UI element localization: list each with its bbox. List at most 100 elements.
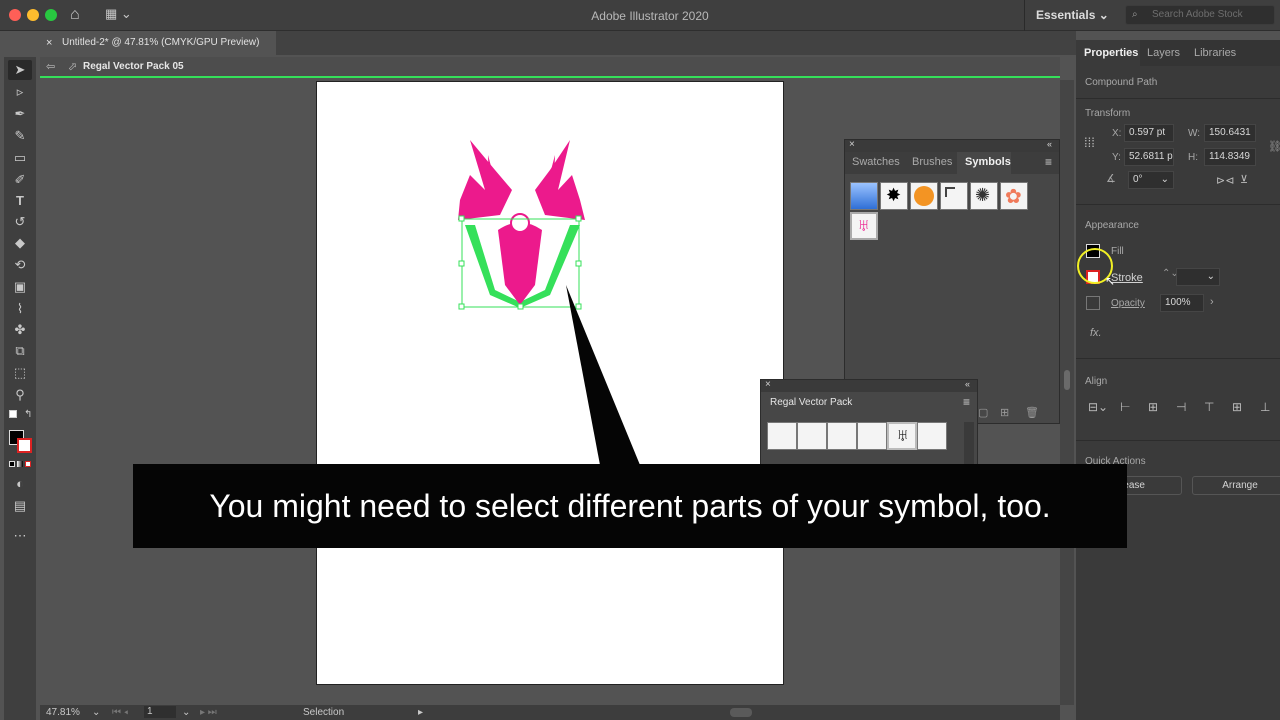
symbol-regal-emblem[interactable]: ♅ [850,212,878,240]
artboard-number-field[interactable]: 1 [144,706,176,718]
regal-symbol-selected[interactable]: ♅ [887,422,917,450]
regal-symbol[interactable] [827,422,857,450]
resize-handle[interactable] [575,215,582,222]
flip-vertical-icon[interactable]: ⊻ [1240,173,1248,186]
align-to-selection-icon[interactable]: ⊟⌄ [1088,400,1108,414]
edit-toolbar-icon[interactable]: ⋯ [8,526,32,546]
resize-handle[interactable] [458,215,465,222]
drawing-modes-icon[interactable]: ◐ [8,474,32,494]
symbol-ink-splat[interactable]: ✸ [880,182,908,210]
align-left-icon[interactable]: ⊢ [1120,400,1130,414]
tab-libraries[interactable]: Libraries [1194,47,1236,59]
tab-regal-vector-pack[interactable]: Regal Vector Pack [761,392,859,414]
default-colors-icon[interactable] [9,410,17,418]
vertical-scrollbar[interactable] [1060,80,1074,705]
resize-handle[interactable] [458,260,465,267]
pen-tool-icon[interactable]: ✒ [8,104,32,124]
type-tool-icon[interactable]: T [8,191,32,211]
rotate-tool-icon[interactable]: ↺ [8,212,32,232]
tab-brushes[interactable]: Brushes [912,156,952,168]
tab-properties[interactable]: Properties [1076,40,1140,66]
zoom-level[interactable]: 47.81% [46,705,80,720]
height-field[interactable]: 114.8349 [1204,148,1256,166]
place-symbol-icon[interactable]: ▢ [978,406,988,419]
tab-swatches[interactable]: Swatches [852,156,900,168]
zoom-dropdown-icon[interactable]: ⌄ [92,705,100,720]
regal-symbol[interactable] [857,422,887,450]
scrollbar[interactable] [964,422,974,467]
document-tab[interactable]: × Untitled-2* @ 47.81% (CMYK/GPU Preview… [40,31,276,55]
tab-layers[interactable]: Layers [1147,47,1180,59]
search-icon: ⌕ [1132,9,1138,20]
close-tab-icon[interactable]: × [46,31,52,55]
first-artboard-icon[interactable]: ⏮ ◂ [112,705,128,720]
opacity-field[interactable]: 100% [1160,294,1204,312]
constrain-proportions-icon[interactable]: ⛓ [1268,140,1280,153]
arrange-button[interactable]: Arrange [1192,476,1280,495]
collapse-panel-icon[interactable]: « [1047,139,1052,149]
resize-handle[interactable] [575,260,582,267]
zoom-tool-icon[interactable]: ⚲ [8,385,32,405]
opacity-label[interactable]: Opacity [1111,298,1145,309]
swap-colors-icon[interactable]: ↰ [24,409,32,420]
panel-menu-icon[interactable]: ≡ [1045,155,1052,169]
stroke-label[interactable]: Stroke [1111,272,1143,284]
symbol-wreath[interactable]: ✺ [970,182,998,210]
y-field[interactable]: 52.6811 p [1124,148,1174,166]
symbol-blue-banner[interactable] [850,182,878,210]
status-menu-icon[interactable]: ▸ [418,705,423,720]
new-symbol-icon[interactable]: ⊞ [1000,406,1009,419]
curvature-tool-icon[interactable]: ✎ [8,126,32,146]
align-vertical-center-icon[interactable]: ⊞ [1232,400,1242,414]
back-arrow-icon[interactable]: ⇦ [46,60,55,73]
tab-symbols[interactable]: Symbols [957,152,1011,174]
symbol-flower[interactable]: ✿ [1000,182,1028,210]
workspace-switcher[interactable]: Essentials ⌄ [1036,8,1109,22]
screen-mode-icon[interactable]: ▤ [8,496,32,516]
symbol-corner-frame[interactable] [940,182,968,210]
align-right-icon[interactable]: ⊣ [1176,400,1186,414]
width-field[interactable]: 150.6431 [1204,124,1256,142]
artboard-dropdown-icon[interactable]: ⌄ [182,705,190,720]
flip-horizontal-icon[interactable]: ⊳⊲ [1216,174,1234,187]
regal-symbol[interactable] [797,422,827,450]
align-bottom-icon[interactable]: ⊥ [1260,400,1270,414]
fx-button[interactable]: fx. [1090,327,1102,339]
reference-point-icon[interactable]: ⁞⁞⁞ [1084,135,1095,150]
horizontal-scrollbar-thumb[interactable] [730,708,752,717]
color-mode-icons[interactable] [8,460,32,468]
eraser-tool-icon[interactable]: ◆ [8,233,32,253]
rectangle-tool-icon[interactable]: ▭ [8,148,32,168]
transform-section-title: Transform [1085,108,1131,119]
next-artboard-icon[interactable]: ▸ ⏭ [200,705,217,720]
artboard-tool-icon[interactable]: ⬚ [8,363,32,383]
close-panel-icon[interactable]: × [849,139,855,150]
align-top-icon[interactable]: ⊤ [1204,400,1214,414]
free-transform-tool-icon[interactable]: ⟲ [8,255,32,275]
x-field[interactable]: 0.597 pt [1124,124,1174,142]
stroke-weight-field[interactable]: ⌄ [1176,268,1220,286]
resize-handle[interactable] [517,303,524,310]
scrollbar-thumb[interactable] [1064,370,1070,390]
blend-tool-icon[interactable]: ✤ [8,320,32,340]
panel-menu-icon[interactable]: ≡ [963,395,970,409]
align-horizontal-center-icon[interactable]: ⊞ [1148,400,1158,414]
symbol-orange-button[interactable] [910,182,938,210]
direct-selection-tool-icon[interactable]: ▹ [8,82,32,102]
selection-tool-icon[interactable]: ➤ [8,60,32,80]
regal-symbol[interactable] [917,422,947,450]
regal-vector-pack-panel: × « Regal Vector Pack ≡ ♅ [760,379,978,469]
paintbrush-tool-icon[interactable]: ✐ [8,170,32,190]
rotate-angle-field[interactable]: 0° ⌄ [1128,171,1174,189]
eyedropper-tool-icon[interactable]: ⌇ [8,299,32,319]
close-panel-icon[interactable]: × [765,379,771,390]
chevron-right-icon[interactable]: › [1210,296,1214,308]
resize-handle[interactable] [458,303,465,310]
collapse-panel-icon[interactable]: « [965,379,970,389]
delete-symbol-icon[interactable]: 🗑 [1025,406,1039,419]
regal-symbol[interactable] [767,422,797,450]
stroke-color-swatch[interactable] [17,438,32,453]
gradient-tool-icon[interactable]: ▣ [8,277,32,297]
search-adobe-stock-input[interactable]: ⌕ Search Adobe Stock [1125,5,1275,25]
shape-builder-tool-icon[interactable]: ⧉ [8,341,32,361]
